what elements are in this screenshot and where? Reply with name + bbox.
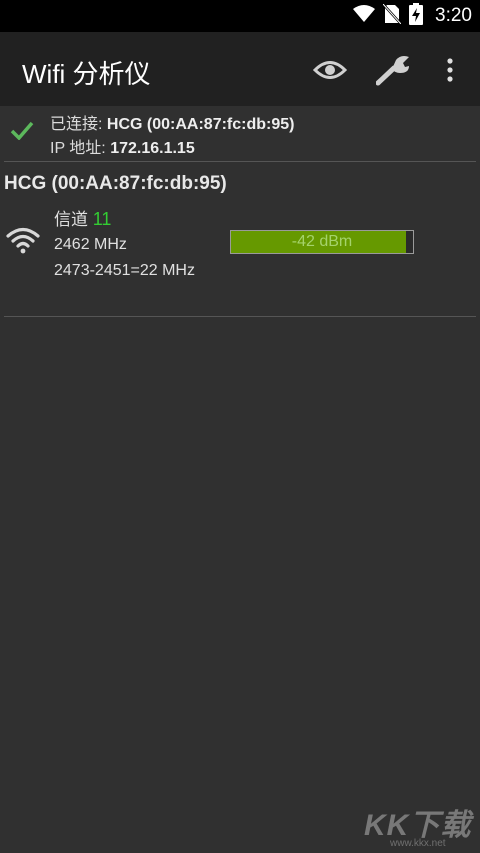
connected-value: HCG (00:AA:87:fc:db:95): [106, 116, 295, 133]
battery-charging-icon: [409, 2, 424, 30]
eye-icon: [313, 61, 347, 79]
network-name: HCG (00:AA:87:fc:db:95): [4, 173, 227, 194]
eye-button[interactable]: [312, 54, 348, 86]
channel: 信道 11: [54, 205, 111, 230]
channel-number: 11: [92, 209, 112, 229]
frequency-range: 2473-2451=22 MHz: [54, 262, 195, 279]
app-title: Wifi 分析仪: [22, 59, 151, 89]
status-time: 3:20: [435, 5, 472, 26]
signal-strength: -42 dBm: [291, 233, 353, 250]
connected-label: 已连接:: [50, 116, 103, 133]
connection-info: 已连接: HCG (00:AA:87:fc:db:95) IP 地址: 172.…: [0, 106, 480, 161]
app-bar: Wifi 分析仪: [0, 32, 480, 106]
overflow-menu-button[interactable]: [432, 54, 468, 86]
no-sim-icon: [382, 2, 402, 29]
ip-label: IP 地址:: [50, 140, 106, 157]
divider: [4, 316, 476, 317]
overflow-menu-icon: [447, 58, 453, 82]
watermark-url: www.kkx.net: [390, 838, 446, 849]
wifi-strength-icon: [6, 226, 40, 259]
ip-line: IP 地址: 172.16.1.15: [50, 134, 195, 158]
check-icon: [10, 120, 34, 145]
channel-label: 信道: [54, 210, 88, 229]
connected-line: 已连接: HCG (00:AA:87:fc:db:95): [50, 110, 294, 134]
signal-meter: -42 dBm: [230, 230, 414, 254]
frequency: 2462 MHz: [54, 236, 127, 253]
settings-button[interactable]: [376, 54, 412, 86]
wifi-signal-icon: [353, 4, 376, 28]
divider: [4, 161, 476, 162]
ip-value: 172.16.1.15: [110, 140, 195, 157]
wrench-icon: [376, 56, 409, 86]
status-bar: 3:20: [0, 0, 480, 32]
